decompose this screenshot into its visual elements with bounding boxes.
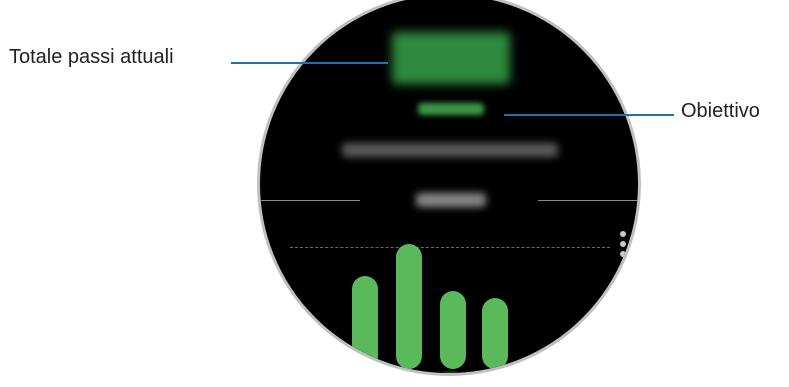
- goal-callout: Obiettivo: [681, 100, 760, 122]
- period-label: [416, 193, 486, 207]
- bar-label: [486, 373, 500, 376]
- current-steps-leader-line: [231, 62, 388, 64]
- bar-label: [400, 373, 414, 376]
- steps-bar: [352, 276, 378, 369]
- steps-bar: [482, 298, 508, 369]
- screen: Totale passi attuali Obiettivo: [0, 0, 789, 387]
- current-steps-value: [392, 32, 510, 84]
- divider-left: [260, 200, 360, 201]
- bar-label: [444, 373, 458, 376]
- goal-leader-line: [504, 114, 674, 116]
- steps-bar: [440, 291, 466, 369]
- goal-guideline: [290, 247, 610, 248]
- watch-face: [257, 0, 641, 376]
- distance-info: [342, 143, 558, 157]
- vertical-ellipsis-icon[interactable]: [619, 231, 627, 265]
- current-steps-callout: Totale passi attuali: [9, 46, 174, 68]
- divider-right: [538, 200, 638, 201]
- steps-bar: [396, 244, 422, 369]
- goal-value: [418, 103, 484, 115]
